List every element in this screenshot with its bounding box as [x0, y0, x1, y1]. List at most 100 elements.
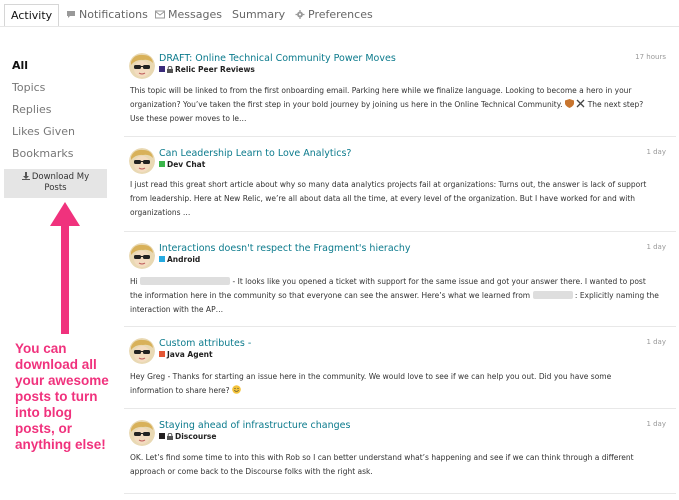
post-divider: [124, 231, 676, 232]
excerpt-line: Hi: [130, 277, 138, 286]
post-title[interactable]: Can Leadership Learn to Love Analytics?: [159, 148, 351, 159]
user-activity-tabs: Activity Notifications Messages Summary …: [0, 0, 679, 30]
category-badge[interactable]: Relic Peer Reviews: [159, 65, 255, 74]
post-item: Staying ahead of infrastructure changes …: [124, 420, 676, 495]
tab-notifications[interactable]: Notifications: [66, 4, 148, 26]
category-badge[interactable]: Dev Chat: [159, 160, 205, 169]
gear-icon: [295, 10, 305, 19]
excerpt-line: organizations …: [130, 208, 191, 217]
avatar[interactable]: [129, 243, 155, 269]
post-divider: [124, 408, 676, 409]
excerpt-line: approach or come back to the Discourse f…: [130, 467, 373, 476]
post-title[interactable]: Staying ahead of infrastructure changes: [159, 420, 350, 431]
category-color-icon: [159, 161, 165, 167]
category-color-icon: [159, 66, 165, 72]
nav-item-topics[interactable]: Topics: [12, 81, 45, 94]
excerpt-line: Hey Greg - Thanks for starting an issue …: [130, 372, 612, 381]
post-excerpt: This topic will be linked to from the fi…: [130, 84, 660, 126]
post-timestamp: 17 hours: [635, 53, 666, 61]
callout-line: You can: [15, 341, 67, 356]
category-name: Java Agent: [167, 350, 213, 359]
excerpt-line: the information here in the community so…: [130, 291, 531, 300]
post-item: DRAFT: Online Technical Community Power …: [124, 53, 676, 133]
post-timestamp: 1 day: [646, 420, 666, 428]
post-title[interactable]: Custom attributes -: [159, 338, 251, 349]
post-timestamp: 1 day: [646, 243, 666, 251]
post-item: Interactions doesn't respect the Fragmen…: [124, 243, 676, 323]
post-item: Can Leadership Learn to Love Analytics? …: [124, 148, 676, 228]
post-excerpt: Hi - It looks like you opened a ticket w…: [130, 275, 660, 317]
excerpt-line: OK. Let’s find some time to into this wi…: [130, 453, 634, 462]
post-title[interactable]: Interactions doesn't respect the Fragmen…: [159, 243, 411, 254]
excerpt-line: organization? You’ve taken the first ste…: [130, 100, 563, 109]
annotation-arrow: [50, 202, 80, 334]
category-badge[interactable]: Discourse: [159, 432, 216, 441]
category-color-icon: [159, 433, 165, 439]
callout-line: into blog: [15, 405, 72, 420]
tab-messages[interactable]: Messages: [155, 4, 222, 26]
nav-item-all[interactable]: All: [12, 59, 28, 72]
download-button-label-line2: Posts: [44, 183, 67, 193]
nav-item-bookmarks[interactable]: Bookmarks: [12, 147, 73, 160]
category-name: Relic Peer Reviews: [175, 65, 255, 74]
post-divider: [124, 326, 676, 327]
post-title[interactable]: DRAFT: Online Technical Community Power …: [159, 53, 396, 64]
post-excerpt: Hey Greg - Thanks for starting an issue …: [130, 370, 660, 398]
tab-activity-label: Activity: [11, 9, 53, 22]
smile-emoji-icon: [232, 385, 241, 394]
callout-line: posts, or: [15, 421, 73, 436]
comment-icon: [67, 11, 75, 18]
download-my-posts-button[interactable]: Download My Posts: [4, 169, 107, 198]
excerpt-line: from leadership. Here at New Relic, we’r…: [130, 194, 636, 203]
excerpt-line: I just read this great short article abo…: [130, 180, 647, 189]
nav-item-replies[interactable]: Replies: [12, 103, 52, 116]
tabs-divider: [0, 26, 679, 27]
category-name: Dev Chat: [167, 160, 206, 169]
category-badge[interactable]: Android: [159, 255, 200, 264]
excerpt-line: Use these power moves to le…: [130, 114, 247, 123]
category-name: Android: [167, 255, 201, 264]
post-divider: [124, 493, 676, 494]
post-timestamp: 1 day: [646, 148, 666, 156]
tab-summary-label: Summary: [232, 8, 286, 21]
envelope-icon: [155, 10, 165, 19]
category-color-icon: [159, 256, 165, 262]
callout-line: anything else!: [15, 437, 106, 452]
category-color-icon: [159, 351, 165, 357]
shield-emoji-icon: [564, 99, 574, 108]
excerpt-line: : Explicitly naming the: [574, 291, 659, 300]
redacted-name: [140, 277, 231, 285]
crossed-swords-emoji-icon: [576, 99, 585, 108]
post-divider: [124, 136, 676, 137]
callout-line: your awesome: [15, 373, 109, 388]
avatar[interactable]: [129, 53, 155, 79]
category-badge[interactable]: Java Agent: [159, 350, 213, 359]
excerpt-line: interaction with the AP…: [130, 305, 224, 314]
lock-icon: [167, 66, 173, 73]
tab-activity[interactable]: Activity: [4, 4, 60, 26]
redacted-name: [532, 291, 573, 299]
tab-preferences[interactable]: Preferences: [295, 4, 373, 26]
callout-line: posts to turn: [15, 389, 98, 404]
excerpt-line: This topic will be linked to from the fi…: [130, 86, 632, 95]
download-icon: [21, 172, 30, 180]
tab-messages-label: Messages: [168, 8, 222, 21]
avatar[interactable]: [129, 338, 155, 364]
post-item: Custom attributes - Java Agent 1 day Hey…: [124, 338, 676, 408]
excerpt-line: information to share here?: [130, 386, 230, 395]
post-excerpt: I just read this great short article abo…: [130, 178, 660, 220]
post-timestamp: 1 day: [646, 338, 666, 346]
tab-summary[interactable]: Summary: [232, 4, 285, 26]
tab-preferences-label: Preferences: [308, 8, 373, 21]
excerpt-line: - It looks like you opened a ticket with…: [232, 277, 646, 286]
avatar[interactable]: [129, 420, 155, 446]
nav-item-likes-given[interactable]: Likes Given: [12, 125, 75, 138]
excerpt-line: The next step?: [587, 100, 644, 109]
callout-line: download all: [15, 357, 97, 372]
lock-icon: [167, 433, 173, 440]
download-button-label-line1: Download My: [31, 172, 90, 182]
avatar[interactable]: [129, 148, 155, 174]
tab-notifications-label: Notifications: [79, 8, 148, 21]
annotation-callout: You can download all your awesome posts …: [15, 341, 125, 453]
category-name: Discourse: [175, 432, 217, 441]
